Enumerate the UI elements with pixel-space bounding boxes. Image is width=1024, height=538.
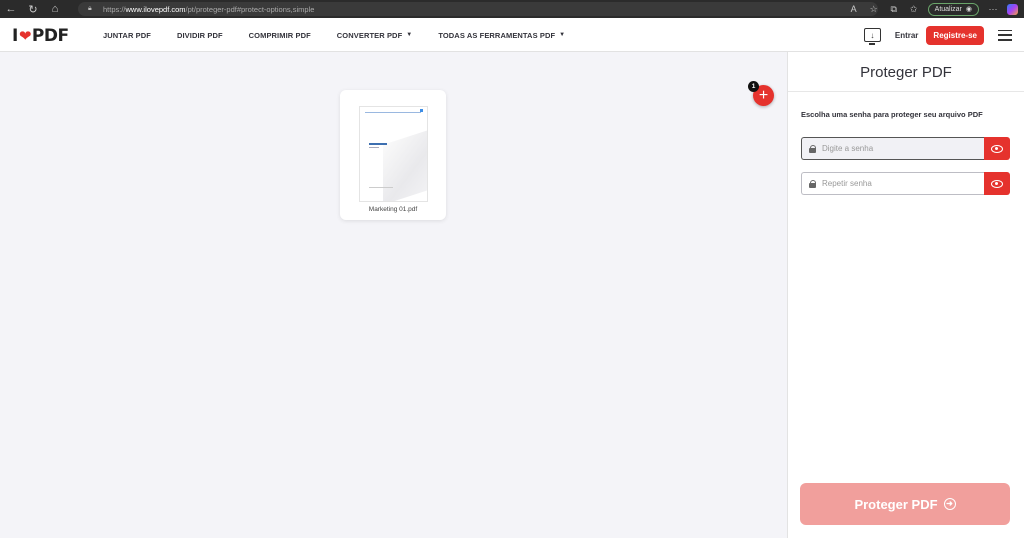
browser-toolbar: ← ↻ ⌂ 🔒︎ https://www.ilovepdf.com/pt/pro… [0, 0, 1024, 18]
file-workspace: Marketing 01.pdf + 1 [0, 52, 787, 538]
nav-juntar-pdf[interactable]: JUNTAR PDF [103, 31, 151, 40]
protect-pdf-label: Proteger PDF [854, 496, 938, 512]
password-input[interactable] [822, 144, 972, 153]
login-link[interactable]: Entrar [895, 31, 919, 40]
pdf-thumbnail [359, 106, 428, 202]
logo-word: PDF [31, 26, 69, 46]
nav-label: COMPRIMIR PDF [248, 30, 311, 40]
password-input-wrapper[interactable] [801, 137, 984, 160]
ilovepdf-logo[interactable]: I ❤ PDF [12, 26, 69, 46]
back-icon[interactable]: ← [0, 0, 22, 18]
file-name: Marketing 01.pdf [368, 206, 418, 213]
password-hint: Escolha uma senha para proteger seu arqu… [801, 110, 983, 119]
update-label: Atualizar [934, 5, 962, 13]
show-repeat-password-button[interactable] [984, 172, 1010, 195]
caret-down-icon: ▼ [559, 32, 566, 38]
hamburger-menu-icon[interactable] [998, 29, 1012, 41]
arrow-right-circle-icon: ➜ [943, 498, 956, 510]
nav-label: DIVIDIR PDF [176, 30, 223, 40]
divider [788, 91, 1024, 92]
protect-pdf-button[interactable]: Proteger PDF ➜ [800, 483, 1010, 525]
sidebar-title: Proteger PDF [860, 64, 952, 81]
url-host: www.ilovepdf.com [125, 4, 186, 14]
nav-dividir-pdf[interactable]: DIVIDIR PDF [177, 31, 223, 40]
copilot-icon[interactable] [1007, 3, 1018, 15]
lock-icon: 🔒︎ [88, 5, 92, 12]
lock-icon [809, 144, 817, 153]
profile-icon: ◉ [965, 6, 972, 13]
caret-down-icon: ▼ [406, 32, 413, 38]
favorites-icon[interactable]: ✩ [908, 4, 920, 15]
home-icon[interactable]: ⌂ [44, 0, 66, 18]
show-password-button[interactable] [984, 137, 1010, 160]
nav-todas-ferramentas[interactable]: TODAS AS FERRAMENTAS PDF ▼ [438, 31, 565, 40]
nav-comprimir-pdf[interactable]: COMPRIMIR PDF [249, 31, 311, 40]
repeat-password-input[interactable] [822, 179, 972, 188]
file-card[interactable]: Marketing 01.pdf [340, 90, 446, 220]
read-aloud-icon[interactable]: A [848, 4, 860, 14]
url-prefix: https:// [103, 4, 126, 14]
nav-converter-pdf[interactable]: CONVERTER PDF ▼ [337, 31, 413, 40]
file-count-badge: 1 [748, 81, 759, 92]
repeat-password-field [801, 172, 1010, 195]
url-path: /pt/proteger-pdf#protect-options,simple [185, 4, 315, 14]
desktop-download-icon[interactable]: ↓ [863, 28, 881, 45]
logo-letter: I [12, 26, 18, 46]
eye-icon [991, 144, 1003, 153]
repeat-password-input-wrapper[interactable] [801, 172, 984, 195]
more-icon[interactable]: ··· [987, 4, 999, 14]
register-button[interactable]: Registre-se [926, 25, 984, 45]
favorite-star-icon[interactable]: ☆ [868, 4, 880, 15]
lock-icon [809, 179, 817, 188]
eye-icon [991, 179, 1003, 188]
nav-label: CONVERTER PDF [336, 30, 403, 40]
address-bar[interactable]: 🔒︎ https://www.ilovepdf.com/pt/proteger-… [78, 2, 878, 16]
options-sidebar: Proteger PDF Escolha uma senha para prot… [787, 52, 1024, 538]
nav-label: JUNTAR PDF [103, 30, 151, 40]
update-button[interactable]: Atualizar ◉ [927, 2, 979, 16]
main-nav: JUNTAR PDF DIVIDIR PDF COMPRIMIR PDF CON… [103, 18, 591, 52]
nav-label: TODAS AS FERRAMENTAS PDF [438, 30, 556, 40]
site-header: I ❤ PDF JUNTAR PDF DIVIDIR PDF COMPRIMIR… [0, 18, 1024, 52]
reload-icon[interactable]: ↻ [22, 0, 44, 18]
password-field [801, 137, 1010, 160]
heart-icon: ❤ [18, 27, 32, 45]
extensions-icon[interactable]: ⧉ [888, 4, 900, 15]
